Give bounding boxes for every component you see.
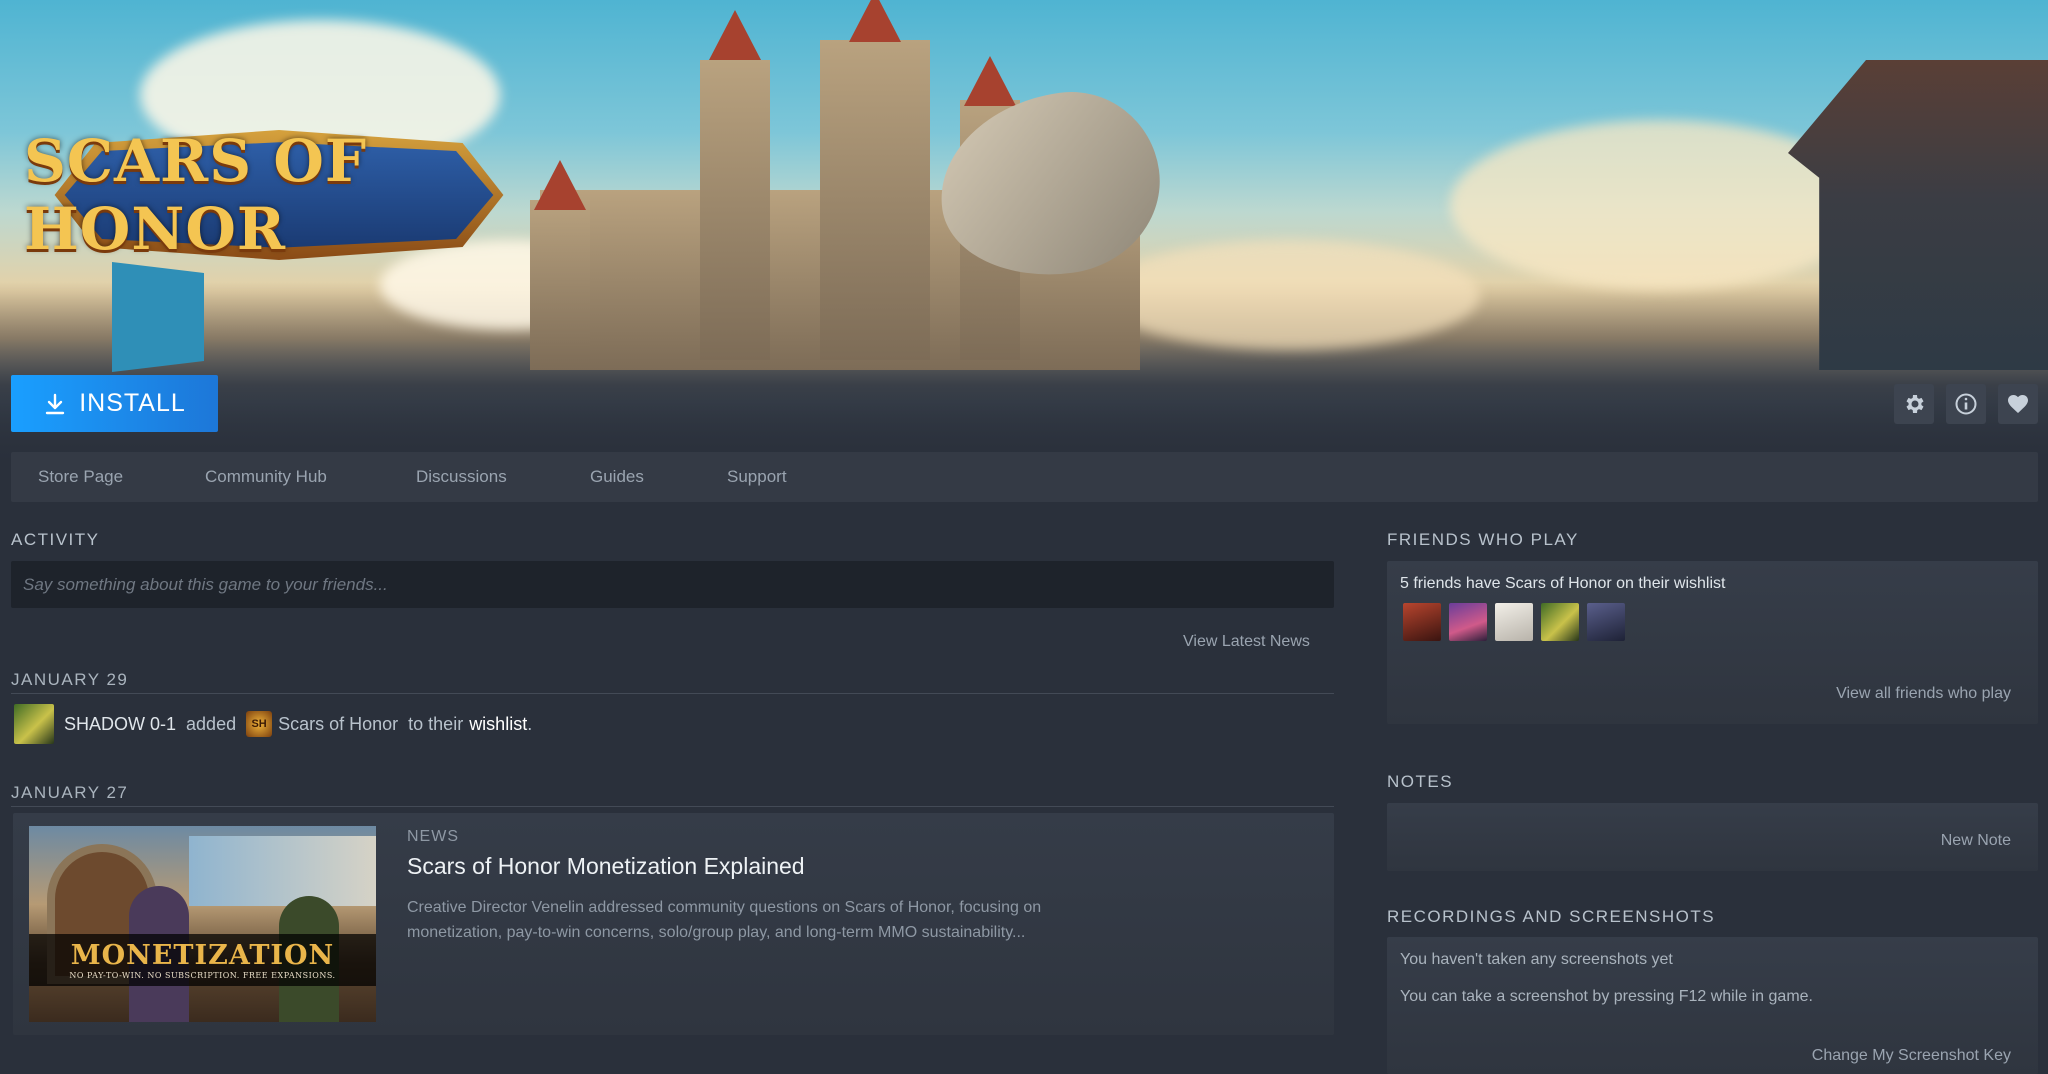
recordings-heading: RECORDINGS AND SCREENSHOTS: [1387, 907, 1716, 926]
tower-roof: [964, 56, 1016, 106]
settings-button[interactable]: [1894, 384, 1934, 424]
tower-roof: [709, 10, 761, 60]
notes-panel: New Note: [1387, 803, 2038, 871]
friend-avatar[interactable]: [1541, 603, 1579, 641]
install-button[interactable]: INSTALL: [11, 375, 218, 432]
friends-panel: 5 friends have Scars of Honor on their w…: [1387, 561, 2038, 724]
logo-text: SCARS OF HONOR: [24, 127, 368, 263]
nav-discussions[interactable]: Discussions: [416, 467, 507, 487]
activity-suffix: to their: [408, 713, 464, 734]
cloud: [1100, 240, 1480, 350]
info-icon: [1955, 393, 1977, 415]
game-logo: SCARS OF HONOR: [24, 127, 534, 263]
gear-icon: [1906, 395, 1924, 413]
game-icon: SH: [246, 711, 273, 737]
tower-roof: [849, 0, 901, 42]
recordings-panel: You haven't taken any screenshots yet Yo…: [1387, 937, 2038, 1074]
friends-heading: FRIENDS WHO PLAY: [1387, 530, 1579, 549]
activity-username[interactable]: SHADOW 0-1: [64, 714, 176, 735]
change-screenshot-key-link[interactable]: Change My Screenshot Key: [1812, 1047, 2011, 1065]
friend-avatar-row: [1403, 603, 1625, 641]
castle-tower: [700, 60, 770, 360]
game-nav-bar: Store Page Community Hub Discussions Gui…: [11, 452, 2038, 502]
view-latest-news-link[interactable]: View Latest News: [1183, 633, 1310, 651]
friends-summary: 5 friends have Scars of Honor on their w…: [1400, 575, 1726, 592]
nav-guides[interactable]: Guides: [590, 467, 644, 487]
news-headline[interactable]: Scars of Honor Monetization Explained: [407, 853, 805, 880]
activity-game-name[interactable]: Scars of Honor: [278, 714, 398, 735]
thumbnail-title: MONETIZATION: [70, 940, 335, 971]
date-label: JANUARY 29: [11, 670, 129, 689]
install-label: INSTALL: [79, 389, 186, 417]
date-label: JANUARY 27: [11, 783, 129, 802]
thumbnail-subtitle: NO PAY-TO-WIN. NO SUBSCRIPTION. FREE EXP…: [69, 971, 336, 980]
view-all-friends-link[interactable]: View all friends who play: [1836, 685, 2011, 703]
hero-banner: SCARS OF HONOR: [0, 0, 2048, 470]
friend-avatar[interactable]: [1403, 603, 1441, 641]
user-avatar[interactable]: [14, 704, 54, 744]
friend-avatar[interactable]: [1449, 603, 1487, 641]
nav-store-page[interactable]: Store Page: [38, 467, 123, 487]
news-description: Creative Director Venelin addressed comm…: [407, 899, 1042, 941]
castle-tower: [530, 200, 590, 370]
date-header: JANUARY 27: [11, 783, 1334, 807]
house-silhouette: [1788, 60, 2048, 370]
activity-heading: ACTIVITY: [11, 530, 100, 549]
wishlist-link[interactable]: wishlist: [469, 714, 527, 735]
activity-verb: added: [186, 713, 237, 734]
banner-flag: [112, 262, 204, 372]
info-button[interactable]: [1946, 384, 1986, 424]
activity-comment-input[interactable]: [11, 561, 1334, 608]
news-tag: NEWS: [407, 828, 459, 845]
screenshot-hint-text: You can take a screenshot by pressing F1…: [1400, 988, 1813, 1005]
friend-avatar[interactable]: [1587, 603, 1625, 641]
friend-avatar[interactable]: [1495, 603, 1533, 641]
tower-roof: [534, 160, 586, 210]
favorite-button[interactable]: [1998, 384, 2038, 424]
thumbnail-banner: MONETIZATION NO PAY-TO-WIN. NO SUBSCRIPT…: [29, 934, 376, 986]
new-note-button[interactable]: New Note: [1941, 832, 2011, 850]
wishlist-activity-item: SHADOW 0-1 added SH Scars of Honor to th…: [14, 704, 532, 744]
no-screenshots-text: You haven't taken any screenshots yet: [1400, 951, 1673, 968]
activity-period: .: [527, 713, 533, 734]
news-thumbnail[interactable]: MONETIZATION NO PAY-TO-WIN. NO SUBSCRIPT…: [29, 826, 376, 1022]
nav-community-hub[interactable]: Community Hub: [205, 467, 327, 487]
nav-support[interactable]: Support: [727, 467, 787, 487]
thumbnail-sky: [189, 836, 376, 906]
news-card[interactable]: MONETIZATION NO PAY-TO-WIN. NO SUBSCRIPT…: [13, 813, 1334, 1035]
notes-heading: NOTES: [1387, 772, 1454, 791]
castle-tower: [820, 40, 930, 360]
date-header: JANUARY 29: [11, 670, 1334, 694]
download-icon: [46, 393, 65, 414]
heart-icon: [2008, 395, 2028, 413]
